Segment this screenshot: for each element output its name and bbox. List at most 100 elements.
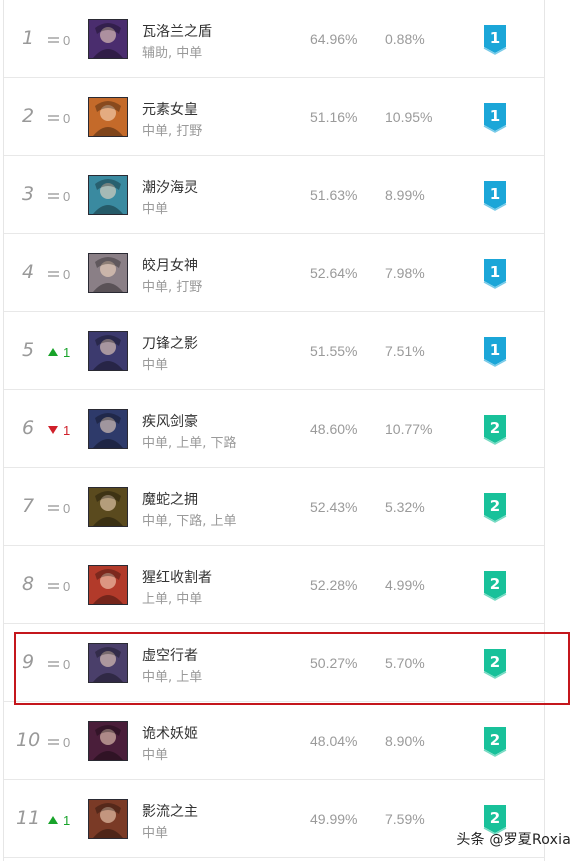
- champion-avatar[interactable]: [88, 331, 128, 371]
- rank-number: 3: [21, 183, 35, 205]
- champion-name[interactable]: 元素女皇: [142, 99, 198, 119]
- rank-change-value: 0: [63, 110, 71, 126]
- champion-row[interactable]: 4 0 皎月女神 中单, 打野 52.64% 7.98% 1: [4, 234, 544, 312]
- champion-avatar[interactable]: [88, 721, 128, 761]
- rank-change-value: 0: [63, 578, 71, 594]
- portrait-icon: [89, 176, 127, 214]
- win-rate: 51.55%: [310, 343, 358, 359]
- portrait-icon: [89, 410, 127, 448]
- rank-change: 0: [48, 578, 71, 594]
- rank-change: 0: [48, 501, 70, 516]
- rank-number: 10: [16, 729, 41, 751]
- rank-number: 5: [21, 339, 35, 361]
- champion-avatar[interactable]: [88, 409, 128, 449]
- svg-text:1: 1: [490, 263, 500, 281]
- tier-badge-icon: 2: [481, 491, 509, 523]
- champion-roles: 上单, 中单: [142, 592, 203, 607]
- tier-badge-icon: 1: [481, 335, 509, 367]
- win-rate: 52.43%: [310, 499, 358, 515]
- champion-row[interactable]: 9 0 虚空行者 中单, 上单 50.27% 5.70% 2: [4, 624, 544, 702]
- portrait-icon: [89, 566, 127, 604]
- champion-avatar[interactable]: [88, 643, 128, 683]
- champion-roles: 中单: [142, 202, 169, 217]
- champion-name[interactable]: 诡术妖姬: [142, 723, 198, 743]
- champion-roles: 中单: [142, 748, 169, 763]
- rank-change: 1: [48, 812, 71, 828]
- champion-avatar[interactable]: [88, 487, 128, 527]
- svg-text:1: 1: [490, 29, 500, 47]
- arrow-down-icon: [48, 426, 58, 434]
- rank-change-value: 0: [63, 188, 71, 204]
- champion-row[interactable]: 2 0 元素女皇 中单, 打野 51.16% 10.95% 1: [4, 78, 544, 156]
- champion-row[interactable]: 7 0 魔蛇之拥 中单, 下路, 上单 52.43% 5.32% 2: [4, 468, 544, 546]
- champion-name[interactable]: 疾风剑豪: [142, 411, 198, 431]
- arrow-up-icon: [48, 816, 58, 824]
- svg-text:2: 2: [490, 497, 500, 515]
- champion-avatar[interactable]: [88, 253, 128, 293]
- champion-row[interactable]: 3 0 潮汐海灵 中单 51.63% 8.99% 1: [4, 156, 544, 234]
- champion-name[interactable]: 皎月女神: [142, 255, 198, 275]
- win-rate: 51.16%: [310, 109, 358, 125]
- equals-icon: [48, 659, 59, 669]
- pick-rate: 7.59%: [385, 811, 425, 827]
- portrait-icon: [89, 488, 127, 526]
- equals-icon: [48, 737, 59, 747]
- equals-icon: [48, 581, 59, 591]
- portrait-icon: [89, 800, 127, 838]
- champion-roles: 中单: [142, 358, 169, 373]
- champion-roles: 中单, 打野: [142, 124, 203, 139]
- tier-badge-icon: 1: [481, 23, 509, 55]
- rank-change: 1: [48, 344, 71, 360]
- champion-row[interactable]: 5 1 刀锋之影 中单 51.55% 7.51% 1: [4, 312, 544, 390]
- rank-number: 6: [21, 417, 35, 439]
- portrait-icon: [89, 98, 127, 136]
- champion-avatar[interactable]: [88, 799, 128, 839]
- rank-change-value: 1: [63, 812, 71, 828]
- champion-roles: 中单, 下路, 上单: [142, 514, 237, 529]
- rank-change: 0: [48, 33, 70, 48]
- champion-name[interactable]: 刀锋之影: [142, 333, 198, 353]
- svg-text:2: 2: [490, 575, 500, 593]
- champion-avatar[interactable]: [88, 97, 128, 137]
- champion-avatar[interactable]: [88, 175, 128, 215]
- portrait-icon: [89, 644, 127, 682]
- pick-rate: 5.32%: [385, 499, 425, 515]
- champion-row[interactable]: 10 0 诡术妖姬 中单 48.04% 8.90% 2: [4, 702, 544, 780]
- rank-change-value: 1: [63, 344, 71, 360]
- svg-text:2: 2: [490, 809, 500, 827]
- champion-avatar[interactable]: [88, 565, 128, 605]
- rank-change-value: 0: [63, 656, 71, 672]
- rank-number: 8: [21, 573, 35, 595]
- rank-number: 9: [21, 651, 35, 673]
- champion-name[interactable]: 猩红收割者: [142, 567, 212, 587]
- champion-row[interactable]: 8 0 猩红收割者 上单, 中单 52.28% 4.99% 2: [4, 546, 544, 624]
- rank-change: 0: [48, 656, 71, 672]
- svg-text:2: 2: [490, 731, 500, 749]
- champion-row[interactable]: 1 0 瓦洛兰之盾 辅助, 中单 64.96% 0.88% 1: [4, 0, 544, 78]
- pick-rate: 10.77%: [385, 421, 433, 437]
- tier-badge-icon: 1: [481, 179, 509, 211]
- champion-name[interactable]: 潮汐海灵: [142, 177, 198, 197]
- champion-roles: 中单, 打野: [142, 280, 203, 295]
- rank-change: 0: [48, 110, 71, 126]
- equals-icon: [48, 35, 59, 45]
- rank-change: 0: [48, 188, 71, 204]
- rank-number: 2: [21, 105, 35, 127]
- win-rate: 50.27%: [310, 655, 358, 671]
- tier-badge-icon: 2: [481, 725, 509, 757]
- rank-change: 0: [48, 735, 70, 750]
- champion-name[interactable]: 魔蛇之拥: [142, 489, 198, 509]
- champion-name[interactable]: 虚空行者: [142, 645, 198, 665]
- tier-badge-icon: 2: [481, 413, 509, 445]
- arrow-up-icon: [48, 348, 58, 356]
- equals-icon: [48, 113, 59, 123]
- champion-name[interactable]: 影流之主: [142, 801, 198, 821]
- champion-name[interactable]: 瓦洛兰之盾: [142, 21, 212, 41]
- win-rate: 48.04%: [310, 733, 358, 749]
- champion-row[interactable]: 6 1 疾风剑豪 中单, 上单, 下路 48.60% 10.77% 2: [4, 390, 544, 468]
- champion-avatar[interactable]: [88, 19, 128, 59]
- win-rate: 48.60%: [310, 421, 358, 437]
- page-margin: [546, 0, 581, 861]
- tier-badge-icon: 1: [481, 257, 509, 289]
- pick-rate: 8.99%: [385, 187, 425, 203]
